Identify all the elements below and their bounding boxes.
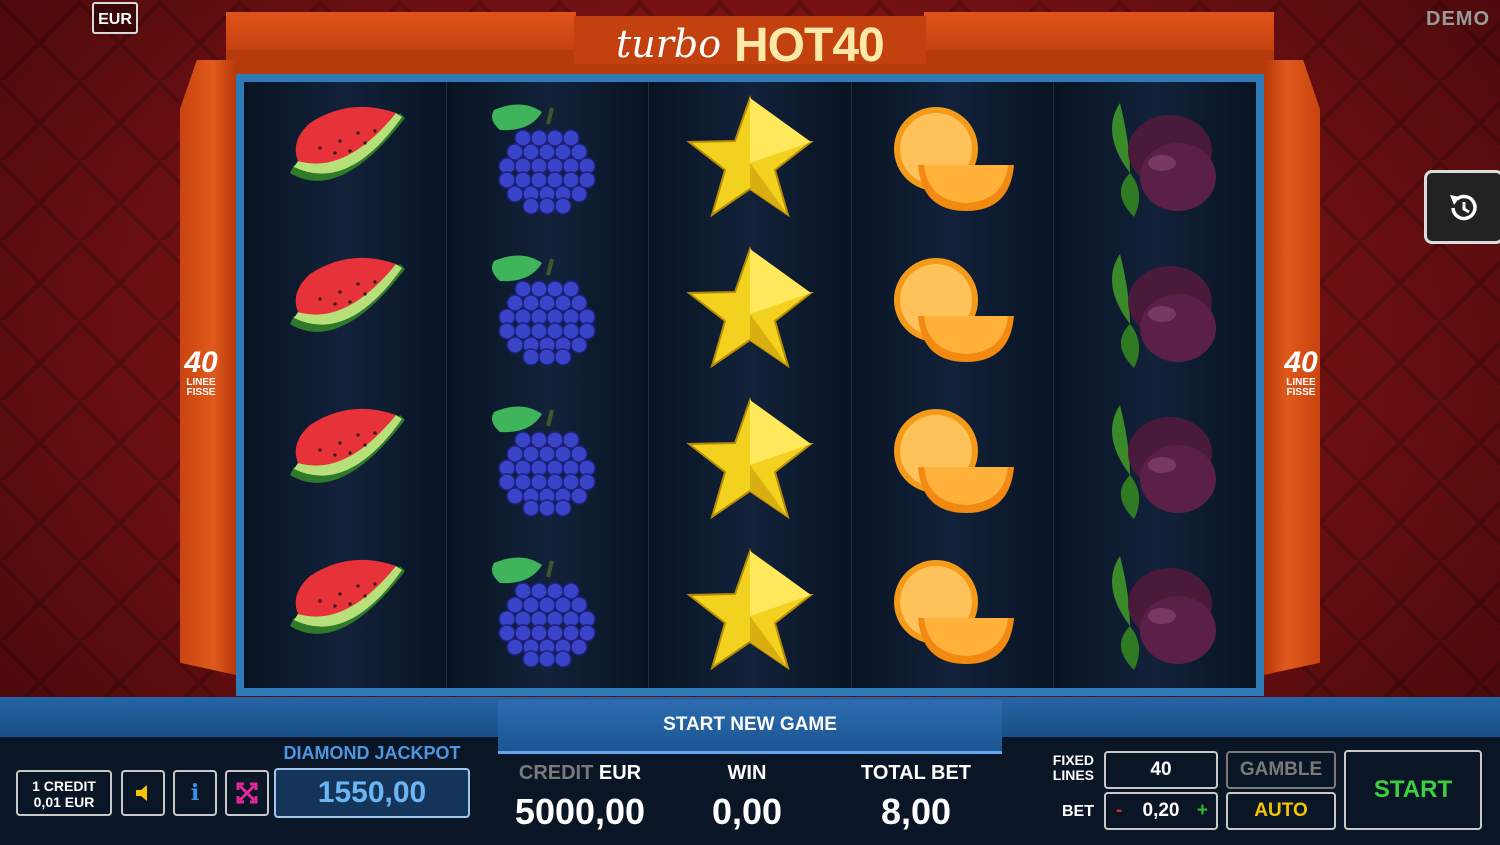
plum-icon [1054,233,1256,384]
info-icon: i [190,780,200,806]
replay-icon [1450,194,1477,221]
lines-badge-text2: FISSE [1286,387,1316,398]
reels-grid [244,82,1256,688]
total-bet-value: 8,00 [880,791,952,832]
watermelon-icon [244,535,446,686]
star-icon [649,82,851,233]
start-new-game-button[interactable]: START NEW GAME [498,700,1002,754]
demo-tag: DEMO [1426,8,1490,30]
win-label: WIN [727,762,767,784]
reels-area [236,74,1264,696]
orange-icon [852,82,1054,233]
credit-currency: EUR [598,762,642,784]
win-stat: WIN 0,00 [686,762,808,833]
frame-top-left [226,12,576,52]
grapes-icon [447,82,649,233]
orange-icon [852,384,1054,535]
auto-button[interactable]: AUTO [1226,792,1336,830]
currency-tag: EUR [92,2,138,34]
bet-increase-button[interactable]: + [1197,794,1208,828]
star-icon [649,535,851,686]
bet-decrease-button[interactable]: - [1116,794,1122,828]
reel-3 [649,82,852,688]
credit-info-line2: 0,01 EUR [33,794,95,810]
lines-badge-left: 40 LINEE FISSE [176,348,226,398]
grapes-icon [447,384,649,535]
orange-icon [852,535,1054,686]
plum-icon [1054,384,1256,535]
orange-icon [852,233,1054,384]
logo-turbo: turbo [616,22,722,66]
credit-label: CREDIT [518,762,594,784]
start-button[interactable]: START [1344,750,1482,830]
replay-button[interactable] [1424,170,1500,244]
credit-stat: CREDIT EUR 5000,00 [500,762,660,833]
reel-1 [244,82,447,688]
speaker-icon [136,785,147,801]
bet-stepper: - 0,20 + [1104,792,1218,830]
bet-value: 0,20 [1142,800,1180,821]
total-bet-label: TOTAL BET [861,762,971,784]
watermelon-icon [244,233,446,384]
grapes-icon [447,535,649,686]
sound-button[interactable] [121,770,165,816]
star-icon [649,233,851,384]
reel-2 [446,82,650,688]
fixed-lines-label2: LINES [1052,767,1094,783]
fixed-lines-label: FIXED LINES [1040,753,1094,783]
total-bet-stat: TOTAL BET 8,00 [846,762,986,833]
watermelon-icon [244,384,446,535]
plum-icon [1054,82,1256,233]
game-logo: turbo HOT40 [574,16,926,72]
lines-badge-text2: FISSE [186,387,216,398]
lines-badge-right: 40 LINEE FISSE [1276,348,1326,398]
plum-icon [1054,535,1256,686]
watermelon-icon [244,82,446,233]
logo-hot40: HOT40 [734,19,885,72]
fullscreen-icon [236,782,258,804]
jackpot-label: DIAMOND JACKPOT [283,743,461,763]
fixed-lines-value: 40 [1104,751,1218,789]
jackpot-value: 1550,00 [274,768,470,818]
lines-badge-number: 40 [1284,346,1318,379]
credit-value-selector[interactable]: 1 CREDIT 0,01 EUR [16,770,112,816]
credit-value: 5000,00 [514,791,646,832]
reel-4 [851,82,1055,688]
credit-info-line1: 1 CREDIT [32,778,96,794]
reel-5 [1054,82,1256,688]
info-button[interactable]: i [173,770,217,816]
lines-badge-number: 40 [184,346,218,379]
fullscreen-button[interactable] [225,770,269,816]
frame-top-right [924,12,1274,52]
fixed-lines-label1: FIXED [1052,752,1094,768]
win-value: 0,00 [711,791,783,832]
star-icon [649,384,851,535]
bet-label: BET [1062,803,1094,820]
gamble-button[interactable]: GAMBLE [1226,751,1336,789]
grapes-icon [447,233,649,384]
